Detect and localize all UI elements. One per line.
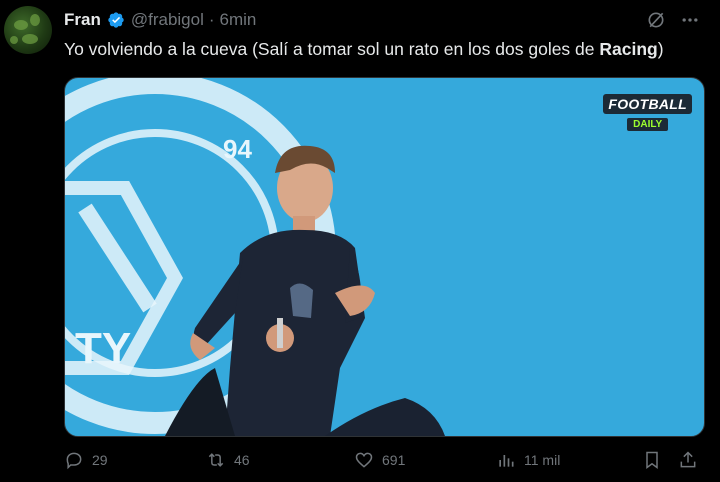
tweet-text-bold[interactable]: Racing: [599, 39, 657, 59]
tweet-header: Fran @frabigol · 6min: [64, 8, 700, 32]
watermark-sub: DAILY: [627, 118, 669, 131]
tweet-action-bar: 29 46 691 11 mil: [60, 450, 706, 476]
tweet-text-end: ): [657, 39, 664, 59]
tweet-time[interactable]: 6min: [220, 10, 257, 30]
more-options-icon[interactable]: [680, 10, 700, 30]
bookmark-button[interactable]: [642, 450, 670, 470]
views-icon: [499, 455, 514, 467]
repost-button[interactable]: 46: [206, 450, 250, 470]
author-handle[interactable]: @frabigol: [131, 10, 204, 30]
views-count: 11 mil: [524, 452, 561, 468]
separator-dot: ·: [208, 10, 215, 29]
like-button[interactable]: 691: [354, 450, 405, 470]
reply-icon: [66, 452, 82, 470]
share-icon: [680, 451, 696, 468]
tweet-text: Yo volviendo a la cueva (Salí a tomar so…: [64, 38, 710, 60]
verified-badge-icon: [108, 12, 124, 28]
person-figure: [165, 145, 445, 436]
crest-letters: TY: [75, 324, 131, 373]
watermark-main: FOOTBALL: [603, 94, 692, 114]
views-button[interactable]: 11 mil: [496, 450, 560, 470]
tweet-video[interactable]: 94 TY FOOTBALL DAILY: [64, 77, 705, 437]
reply-count: 29: [92, 452, 108, 468]
avatar[interactable]: [4, 6, 52, 54]
repost-count: 46: [234, 452, 250, 468]
football-daily-watermark: FOOTBALL DAILY: [603, 94, 692, 132]
share-button[interactable]: [678, 450, 706, 470]
crest-number: 94: [223, 134, 252, 164]
heart-icon: [355, 452, 373, 468]
bookmark-icon: [646, 451, 658, 469]
author-name[interactable]: Fran: [64, 10, 101, 30]
grok-icon[interactable]: [646, 10, 666, 30]
reply-button[interactable]: 29: [64, 450, 108, 470]
tweet-text-main: Yo volviendo a la cueva (Salí a tomar so…: [64, 39, 600, 59]
like-count: 691: [382, 452, 406, 468]
repost-icon: [208, 453, 224, 467]
